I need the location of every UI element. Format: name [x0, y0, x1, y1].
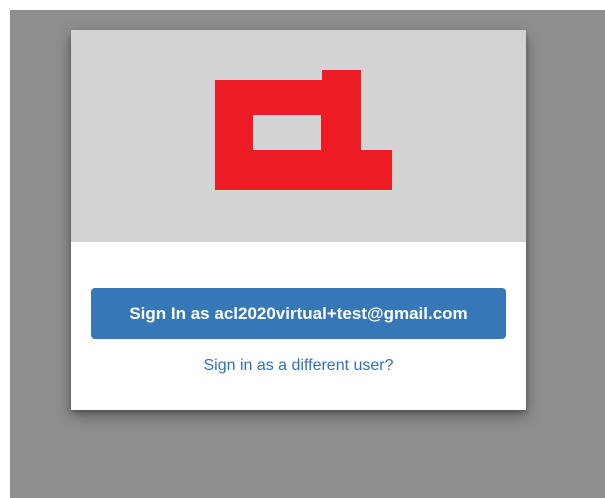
sign-in-as-user-button[interactable]: Sign In as acl2020virtual+test@gmail.com: [91, 288, 506, 339]
logo-icon: [215, 70, 392, 190]
sign-in-different-user-link[interactable]: Sign in as a different user?: [71, 357, 526, 375]
signin-dialog: Sign In as acl2020virtual+test@gmail.com…: [71, 30, 526, 410]
logo-banner: [71, 30, 526, 242]
logo-shape: [215, 70, 392, 190]
